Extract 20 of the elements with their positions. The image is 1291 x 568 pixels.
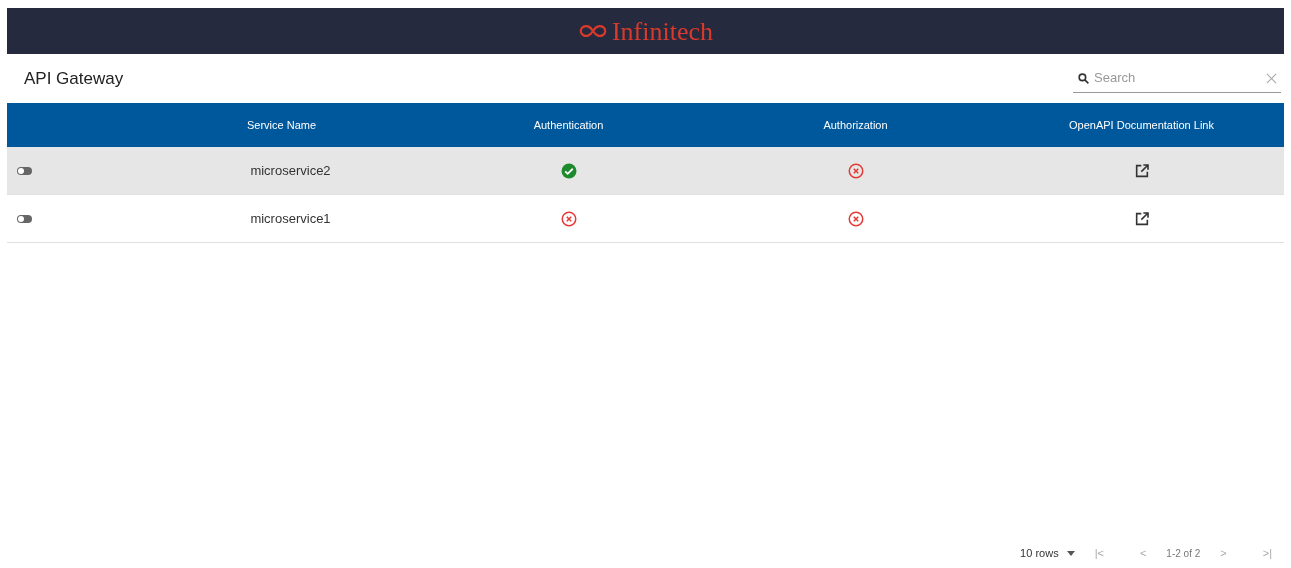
infinity-icon — [577, 23, 608, 39]
column-header[interactable]: Authorization — [823, 116, 888, 134]
table-cell-text: microservice2 — [250, 161, 331, 180]
toggle-switch[interactable] — [17, 214, 32, 223]
rows-per-page-select[interactable]: 10 rows — [1020, 544, 1075, 562]
table-cell-text: microservice1 — [250, 209, 331, 228]
column-header[interactable]: OpenAPI Documentation Link — [1069, 116, 1214, 134]
page-range: 1-2 of 2 — [1166, 546, 1201, 561]
column-header[interactable]: Service Name — [246, 116, 317, 134]
external-link-icon[interactable] — [1133, 162, 1150, 179]
external-link-icon[interactable] — [1133, 210, 1150, 227]
logo-text: Infinitech — [611, 15, 714, 48]
column-header[interactable]: Authentication — [533, 116, 604, 134]
table-row[interactable]: microservice2 — [7, 147, 1284, 195]
search-input[interactable]: Search — [1094, 68, 1262, 88]
search-field[interactable]: Search — [1073, 64, 1281, 93]
page-title: API Gateway — [24, 67, 124, 90]
caret-icon — [1066, 550, 1075, 556]
search-icon — [1077, 71, 1090, 85]
toggle-switch[interactable] — [17, 166, 32, 175]
